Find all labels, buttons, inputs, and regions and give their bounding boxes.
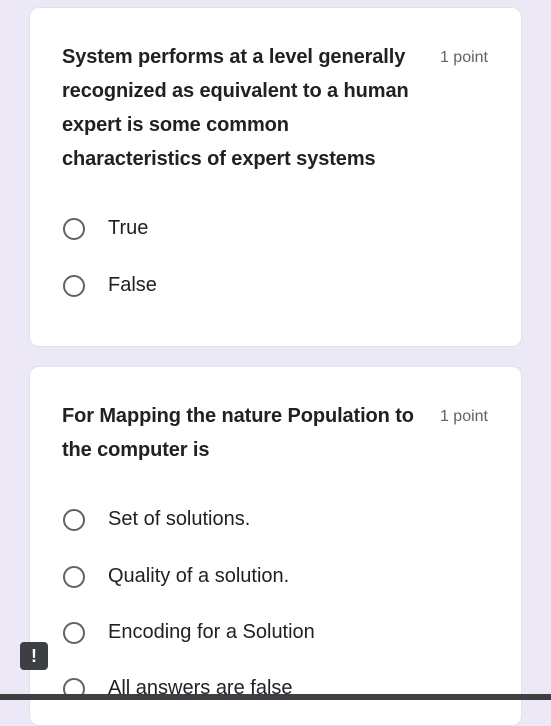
bottom-bar (0, 694, 551, 700)
question-2-text: For Mapping the nature Population to the… (62, 405, 414, 461)
question-1-points: 1 point (439, 49, 488, 66)
option-quality-of-solution[interactable]: Quality of a solution. (63, 565, 289, 588)
option-set-of-solutions[interactable]: Set of solutions. (63, 508, 250, 531)
question-1-text: System performs at a level generally rec… (62, 46, 409, 170)
option-encoding-for-solution[interactable]: Encoding for a Solution (63, 621, 315, 644)
question-2-points: 1 point (439, 408, 488, 425)
radio-unchecked-icon[interactable] (63, 508, 85, 531)
report-icon-glyph: ! (31, 645, 37, 666)
radio-unchecked-icon[interactable] (63, 274, 85, 297)
option-true[interactable]: True (63, 217, 148, 240)
option-label: Encoding for a Solution (108, 621, 315, 643)
option-false[interactable]: False (63, 274, 157, 297)
option-label: Set of solutions. (108, 508, 251, 530)
radio-unchecked-icon[interactable] (63, 565, 85, 588)
radio-unchecked-icon[interactable] (63, 621, 85, 644)
option-label: Quality of a solution. (108, 565, 290, 587)
option-label: True (108, 217, 149, 239)
option-label: False (108, 274, 157, 296)
radio-unchecked-icon[interactable] (63, 217, 85, 240)
report-exclamation-icon[interactable]: ! (20, 642, 48, 670)
